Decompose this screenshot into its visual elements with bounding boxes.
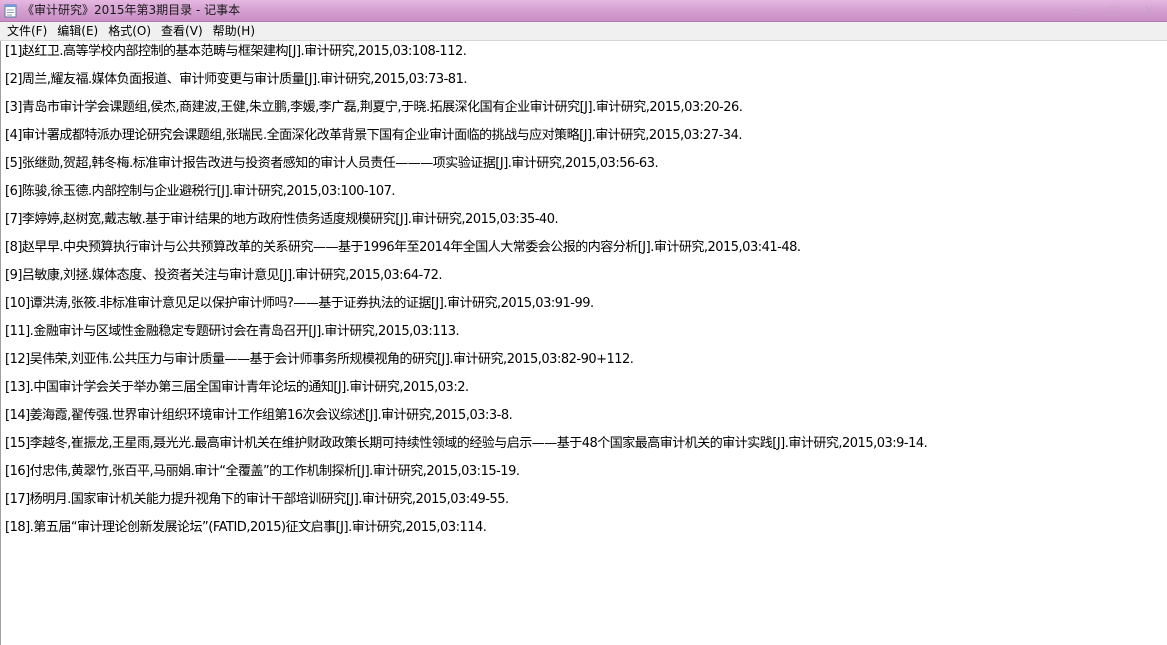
menu-view[interactable]: 查看(V)	[156, 23, 208, 40]
window-title: 《审计研究》2015年第3期目录 - 记事本	[22, 3, 241, 17]
text-line: [8]赵早早.中央预算执行审计与公共预算改革的关系研究——基于1996年至201…	[5, 240, 801, 255]
text-line: [14]姜海霞,翟传强.世界审计组织环境审计工作组第16次会议综述[J].审计研…	[5, 408, 513, 423]
text-line: [3]青岛市审计学会课题组,侯杰,商建波,王健,朱立鹏,李媛,李广磊,荆夏宁,于…	[5, 100, 743, 115]
document-text: [1]赵红卫.高等学校内部控制的基本范畴与框架建构[J].审计研究,2015,0…	[5, 41, 1160, 545]
text-line: [2]周兰,耀友福.媒体负面报道、审计师变更与审计质量[J].审计研究,2015…	[5, 72, 467, 87]
text-line: [7]李婷婷,赵树宽,戴志敏.基于审计结果的地方政府性债务适度规模研究[J].审…	[5, 212, 559, 227]
text-line: [4]审计署成都特派办理论研究会课题组,张瑞民.全面深化改革背景下国有企业审计面…	[5, 128, 742, 143]
text-line: [12]吴伟荣,刘亚伟.公共压力与审计质量——基于会计师事务所规模视角的研究[J…	[5, 352, 634, 367]
text-line: [5]张继勋,贺超,韩冬梅.标准审计报告改进与投资者感知的审计人员责任———项实…	[5, 156, 659, 171]
maximize-icon: □	[1107, 3, 1119, 17]
maximize-button[interactable]: □	[1099, 0, 1127, 20]
text-line: [1]赵红卫.高等学校内部控制的基本范畴与框架建构[J].审计研究,2015,0…	[5, 44, 467, 59]
title-bar[interactable]: 《审计研究》2015年第3期目录 - 记事本 ─ □ ✕	[0, 0, 1167, 22]
close-button[interactable]: ✕	[1135, 0, 1163, 20]
minimize-icon: ─	[1073, 3, 1081, 17]
notepad-window: 《审计研究》2015年第3期目录 - 记事本 ─ □ ✕ 文件(F) 编辑(E)…	[0, 0, 1167, 645]
menu-bar: 文件(F) 编辑(E) 格式(O) 查看(V) 帮助(H)	[0, 22, 1167, 41]
text-line: [16]付忠伟,黄翠竹,张百平,马丽娟.审计“全覆盖”的工作机制探析[J].审计…	[5, 464, 520, 479]
close-icon: ✕	[1143, 3, 1155, 17]
menu-help[interactable]: 帮助(H)	[208, 23, 260, 40]
text-line: [15]李越冬,崔振龙,王星雨,聂光光.最高审计机关在维护财政政策长期可持续性领…	[5, 436, 928, 451]
text-editor[interactable]: [1]赵红卫.高等学校内部控制的基本范畴与框架建构[J].审计研究,2015,0…	[0, 41, 1167, 645]
text-line: [11].金融审计与区域性金融稳定专题研讨会在青岛召开[J].审计研究,2015…	[5, 324, 460, 339]
menu-edit[interactable]: 编辑(E)	[52, 23, 103, 40]
window-controls: ─ □ ✕	[1055, 0, 1163, 20]
text-line: [17]杨明月.国家审计机关能力提升视角下的审计干部培训研究[J].审计研究,2…	[5, 492, 509, 507]
minimize-button[interactable]: ─	[1063, 0, 1091, 20]
menu-format[interactable]: 格式(O)	[103, 23, 156, 40]
text-line: [18].第五届“审计理论创新发展论坛”(FATID,2015)征文启事[J].…	[5, 520, 487, 535]
text-line: [10]谭洪涛,张筱.非标准审计意见足以保护审计师吗?——基于证券执法的证据[J…	[5, 296, 594, 311]
notepad-icon	[4, 4, 17, 18]
menu-file[interactable]: 文件(F)	[2, 23, 52, 40]
text-line: [9]吕敏康,刘拯.媒体态度、投资者关注与审计意见[J].审计研究,2015,0…	[5, 268, 442, 283]
text-line: [13].中国审计学会关于举办第三届全国审计青年论坛的通知[J].审计研究,20…	[5, 380, 469, 395]
text-line: [6]陈骏,徐玉德.内部控制与企业避税行[J].审计研究,2015,03:100…	[5, 184, 396, 199]
